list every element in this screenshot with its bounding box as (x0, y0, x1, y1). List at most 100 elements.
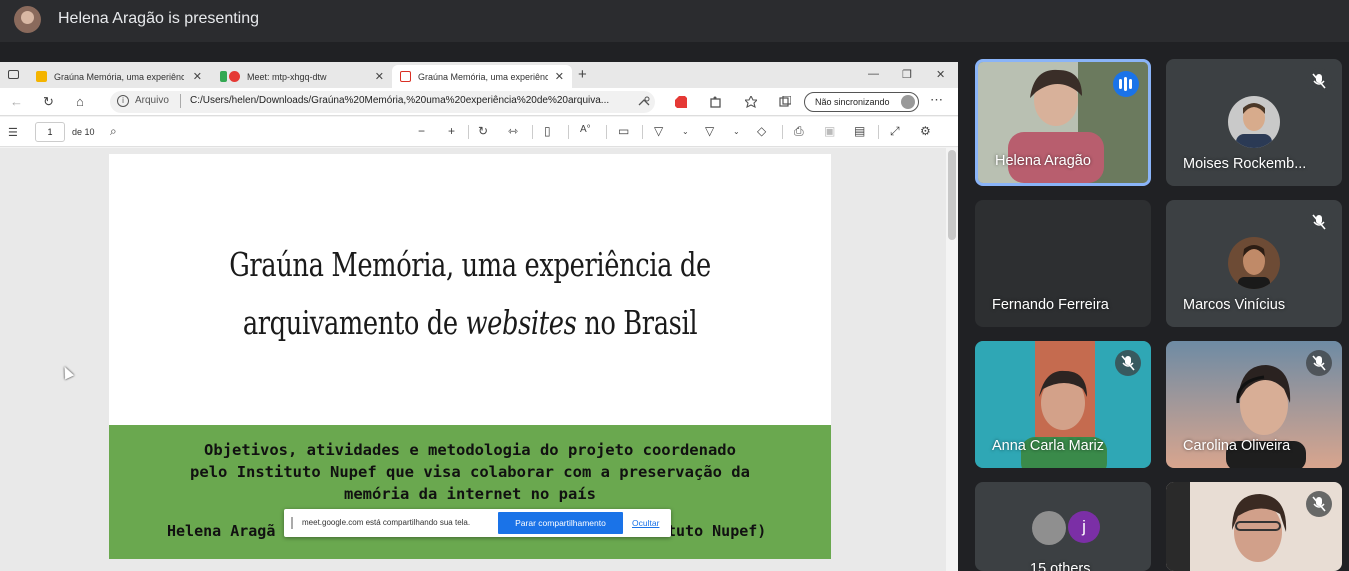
save-as-icon[interactable]: ▤ (854, 124, 865, 138)
author-left: Helena Aragã (167, 522, 276, 540)
participant-name: Carolina Oliveira (1183, 438, 1291, 454)
contents-icon[interactable]: ☰ (8, 126, 18, 139)
muted-mic-icon (1306, 350, 1332, 376)
pdf-favicon-icon (400, 71, 411, 82)
recording-icon (229, 71, 240, 82)
divider (642, 125, 643, 139)
restore-icon[interactable]: ❐ (902, 68, 912, 81)
muted-mic-icon (1306, 491, 1332, 517)
draw-icon[interactable]: ▽ (654, 124, 663, 138)
highlight-icon[interactable]: ▽ (705, 124, 714, 138)
divider (782, 125, 783, 139)
profile-sync-button[interactable]: Não sincronizando (804, 92, 919, 112)
divider (468, 125, 469, 139)
title-part: arquivamento de (242, 303, 466, 342)
tab-label: Graúna Memória, uma experiênc (54, 71, 184, 82)
adblock-icon[interactable] (675, 96, 687, 108)
participant-tile-anna[interactable]: Anna Carla Mariz (975, 341, 1151, 468)
minimize-icon[interactable]: — (868, 68, 879, 80)
slide-subtitle: Objetivos, atividades e metodologia do p… (109, 439, 831, 505)
participant-tile-marcos[interactable]: Marcos Vinícius (1166, 200, 1342, 327)
tab-label: Graúna Memória, uma experiênc (418, 71, 548, 82)
scheme-label: Arquivo (135, 95, 169, 106)
refresh-icon[interactable]: ↻ (43, 94, 54, 110)
divider (568, 125, 569, 139)
collections-icon[interactable] (779, 96, 791, 108)
rotate-icon[interactable]: ↻ (478, 124, 488, 138)
screen-share-notification: meet.google.com está compartilhando sua … (284, 509, 671, 537)
title-part: no Brasil (576, 303, 698, 342)
add-text-icon[interactable]: ▭ (618, 124, 629, 138)
author-right: tuto Nupef) (667, 522, 767, 540)
url-text[interactable]: C:/Users/helen/Downloads/Graúna%20Memóri… (190, 95, 630, 106)
participant-name: Anna Carla Mariz (992, 438, 1105, 454)
save-icon[interactable]: ▣ (824, 124, 835, 138)
pdf-scrollbar[interactable] (946, 148, 958, 571)
participant-name: Fernando Ferreira (992, 297, 1109, 313)
participant-avatar (1032, 511, 1066, 545)
tab-label: Meet: mtp-xhgq-dtw (247, 71, 327, 82)
address-bar: ← ↻ ⌂ i Arquivo C:/Users/helen/Downloads… (0, 88, 958, 116)
participant-tile-fernando[interactable]: Fernando Ferreira (975, 200, 1151, 327)
chevron-down-icon[interactable]: ⌄ (682, 127, 689, 136)
presenting-banner: Helena Aragão is presenting (0, 0, 1349, 42)
slide-subtitle-band: Objetivos, atividades e metodologia do p… (109, 425, 831, 559)
participant-avatar (1228, 237, 1280, 289)
info-icon[interactable]: i (117, 95, 129, 107)
pdf-toolbar: ☰ 1 de 10 ⌕ − + ↻ ⇿ ▯ A° ▭ ▽ ⌄ ▽ ⌄ ◇ ⎙ ▣… (0, 117, 958, 147)
participant-name: Moises Rockemb... (1183, 156, 1307, 172)
back-icon[interactable]: ← (10, 94, 23, 109)
sync-label: Não sincronizando (815, 97, 890, 107)
favorites-icon[interactable] (745, 96, 757, 108)
fit-page-icon[interactable]: ⇿ (508, 124, 518, 138)
divider (606, 125, 607, 139)
tab-actions-icon[interactable] (8, 70, 19, 79)
meet-favicon-icon (220, 71, 227, 82)
more-options-icon[interactable]: ⋯ (930, 92, 943, 108)
participant-tile-helena[interactable]: Helena Aragão (975, 59, 1151, 186)
read-aloud-pdf-icon[interactable]: A° (580, 124, 591, 135)
erase-icon[interactable]: ◇ (757, 124, 766, 138)
chevron-down-icon[interactable]: ⌄ (733, 127, 740, 136)
slide-title: Graúna Memória, uma experiência de arqui… (188, 236, 751, 352)
home-icon[interactable]: ⌂ (76, 94, 84, 109)
slide-title-line1: Graúna Memória, uma experiência de (229, 245, 711, 284)
close-tab-icon[interactable]: ✕ (193, 70, 202, 83)
zoom-out-icon[interactable]: − (418, 124, 425, 138)
page-total: de 10 (72, 127, 95, 137)
tab-pdf[interactable]: Graúna Memória, uma experiênc ✕ (392, 65, 572, 88)
tab-strip: Graúna Memória, uma experiênc ✕ Meet: mt… (0, 62, 958, 88)
read-aloud-icon[interactable] (638, 96, 650, 108)
new-tab-icon[interactable]: + (578, 66, 587, 83)
participant-tile-unnamed[interactable] (1166, 482, 1342, 571)
url-separator (180, 94, 181, 108)
muted-mic-icon (1306, 68, 1332, 94)
stop-sharing-button[interactable]: Parar compartilhamento (498, 512, 623, 534)
muted-mic-icon (1306, 209, 1332, 235)
title-italic-part: websites (465, 303, 577, 342)
scrollbar-thumb[interactable] (948, 150, 956, 240)
page-number-input[interactable]: 1 (35, 122, 65, 142)
hide-link[interactable]: Ocultar (632, 518, 659, 528)
settings-gear-icon[interactable]: ⚙ (920, 124, 931, 138)
drag-handle-icon[interactable] (291, 517, 293, 529)
fullscreen-icon[interactable]: ⤢ (890, 124, 900, 139)
search-icon[interactable]: ⌕ (110, 124, 117, 139)
presenter-avatar (14, 6, 41, 33)
extensions-icon[interactable] (710, 96, 722, 108)
participant-tile-moises[interactable]: Moises Rockemb... (1166, 59, 1342, 186)
tab-meet[interactable]: Meet: mtp-xhgq-dtw ✕ (212, 65, 392, 88)
close-window-icon[interactable]: ✕ (936, 68, 945, 81)
subtitle-line: pelo Instituto Nupef que visa colaborar … (190, 463, 750, 481)
zoom-in-icon[interactable]: + (448, 124, 455, 138)
participant-name: Helena Aragão (995, 153, 1091, 169)
divider (532, 125, 533, 139)
print-icon[interactable]: ⎙ (794, 124, 804, 139)
tab-slides[interactable]: Graúna Memória, uma experiênc ✕ (28, 65, 210, 88)
page-view-icon[interactable]: ▯ (544, 124, 551, 138)
participant-name: Marcos Vinícius (1183, 297, 1286, 313)
close-tab-icon[interactable]: ✕ (555, 70, 564, 83)
participant-tile-carolina[interactable]: Carolina Oliveira (1166, 341, 1342, 468)
close-tab-icon[interactable]: ✕ (375, 70, 384, 83)
subtitle-line: memória da internet no país (344, 485, 596, 503)
